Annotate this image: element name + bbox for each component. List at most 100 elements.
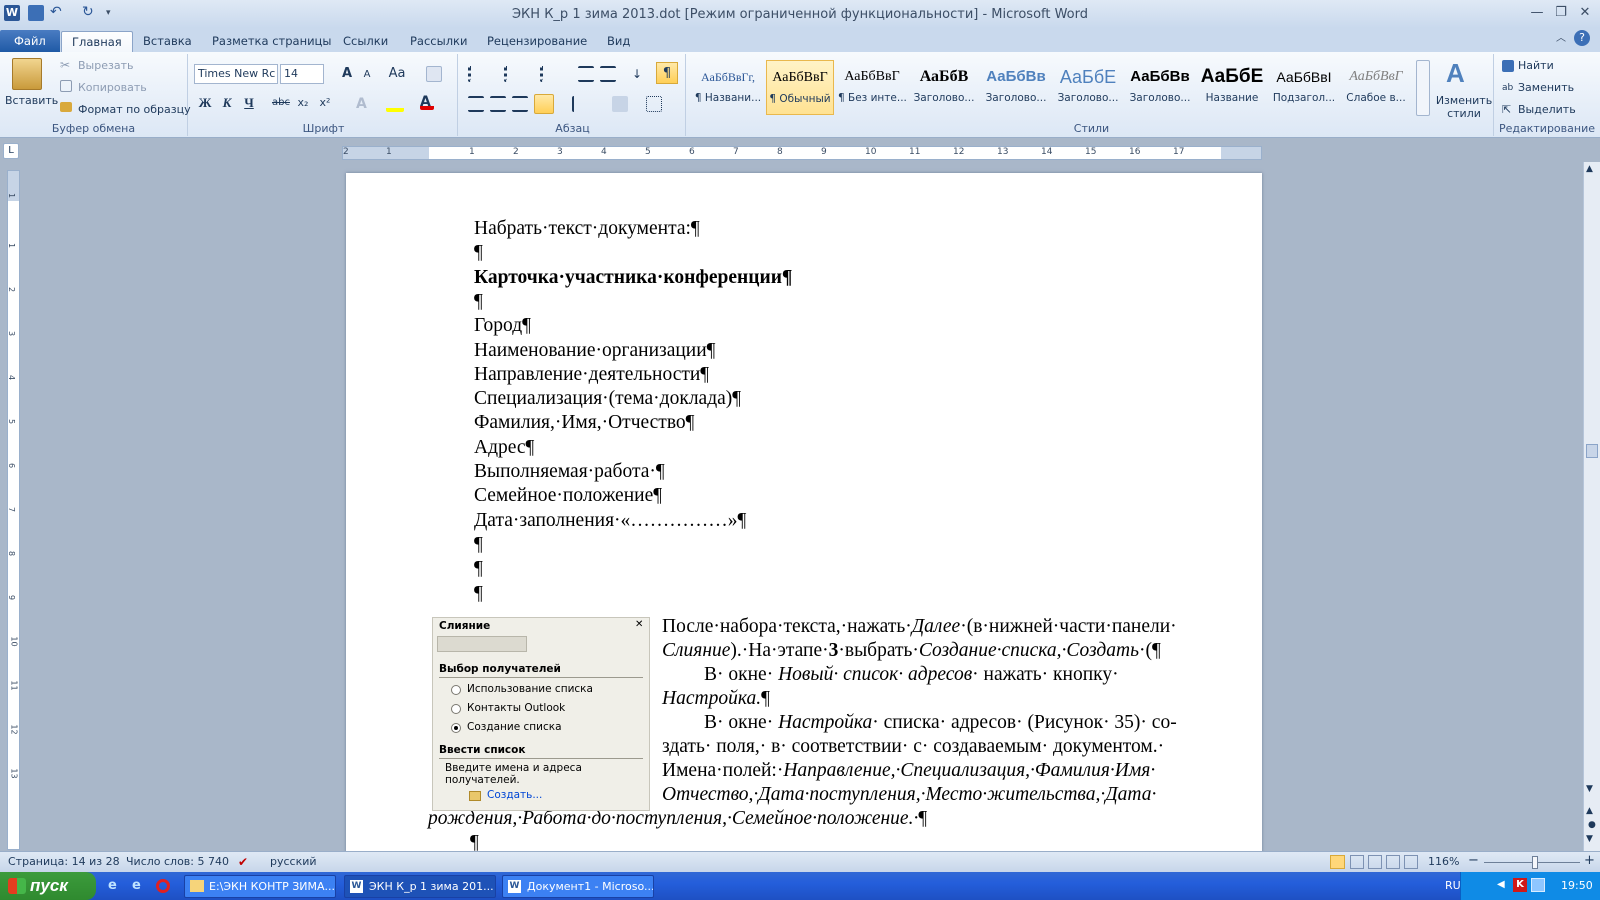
document-line[interactable]: Адрес¶ (474, 436, 534, 460)
style-item[interactable]: АаБбВвГ Слабое в... (1342, 60, 1410, 115)
document-line[interactable]: Фамилия,·Имя,·Отчество¶ (474, 411, 695, 435)
help-icon[interactable]: ? (1574, 30, 1590, 46)
prev-page-icon[interactable]: ▲ (1586, 806, 1593, 816)
document-line[interactable]: ¶ (474, 533, 483, 557)
highlight-icon[interactable] (386, 96, 404, 112)
document-line[interactable]: Карточка·участника·конференции¶ (474, 266, 792, 290)
tab-selector-icon[interactable]: L (3, 143, 19, 159)
decrease-indent-icon[interactable] (578, 66, 594, 82)
style-item[interactable]: АаБбВв Заголово... (982, 60, 1050, 115)
document-line[interactable]: Город¶ (474, 314, 531, 338)
align-right-icon[interactable] (512, 96, 528, 112)
font-color-icon[interactable]: A (420, 94, 434, 110)
styles-scroll-icon[interactable] (1416, 60, 1430, 116)
zoom-out-button[interactable]: − (1468, 853, 1479, 868)
scroll-down-icon[interactable]: ▼ (1586, 784, 1593, 794)
web-layout-icon[interactable] (1368, 855, 1382, 869)
draft-icon[interactable] (1404, 855, 1418, 869)
shading-icon[interactable] (612, 96, 628, 112)
tray-language[interactable]: RU (1445, 879, 1461, 892)
document-line[interactable]: Направление·деятельности¶ (474, 363, 709, 387)
style-item[interactable]: АаБбВ Заголово... (910, 60, 978, 115)
font-size-combo[interactable]: 14 (280, 64, 324, 84)
para-setup-4[interactable]: Отчество,·Дата·поступления,·Место·житель… (662, 783, 1156, 807)
vertical-scrollbar[interactable]: ▲ ▼ ▲ ● ▼ (1583, 162, 1600, 851)
document-line[interactable]: ¶ (474, 557, 483, 581)
style-item[interactable]: АаБбВвІ Подзагол... (1270, 60, 1338, 115)
change-case-button[interactable]: Aa (386, 63, 408, 85)
borders-icon[interactable] (646, 96, 662, 112)
document-line[interactable]: Специализация·(тема·доклада)¶ (474, 387, 741, 411)
full-screen-icon[interactable] (1350, 855, 1364, 869)
scroll-up-icon[interactable]: ▲ (1586, 164, 1593, 174)
document-line[interactable]: ¶ (474, 241, 483, 265)
quicklaunch-ie-icon[interactable]: e (108, 878, 124, 894)
show-formatting-button[interactable]: ¶ (656, 62, 678, 84)
paste-button[interactable]: Вставить (5, 94, 58, 107)
tab-mailings[interactable]: Рассылки (400, 31, 477, 52)
change-styles-button[interactable]: Изменить стили (1434, 94, 1494, 120)
document-line[interactable]: Набрать·текст·документа:¶ (474, 217, 700, 241)
zoom-slider-thumb[interactable] (1532, 856, 1538, 869)
quicklaunch-browser-icon[interactable]: e (132, 878, 148, 894)
para-setup-3[interactable]: Имена·полей:·Направление,·Специализация,… (662, 759, 1155, 783)
horizontal-ruler[interactable]: 2 1 1 2 3 4 5 6 7 8 9 10 11 12 13 14 15 16 17 (342, 146, 1262, 160)
outline-icon[interactable] (1386, 855, 1400, 869)
taskbar-item-explorer[interactable]: E:\ЭКН КОНТР ЗИМА... (184, 875, 336, 898)
para-setup[interactable]: В· окне· Настройка· списка· адресов· (Ри… (704, 711, 1177, 735)
minimize-button[interactable]: — (1526, 4, 1548, 22)
language[interactable]: русский (270, 855, 317, 868)
tab-file[interactable]: Файл (0, 30, 60, 52)
find-button[interactable]: Найти (1518, 59, 1554, 72)
align-left-icon[interactable] (468, 96, 484, 112)
style-item[interactable]: АаБбВвГг, ¶ Названи... (694, 60, 762, 115)
print-layout-icon[interactable] (1330, 855, 1345, 869)
style-item[interactable]: АаБбВв Заголово... (1126, 60, 1194, 115)
style-item[interactable]: АаБбЕ Название (1198, 60, 1266, 115)
taskbar-item-word-doc[interactable]: ЭКН К_р 1 зима 201... (344, 875, 496, 898)
shrink-font-button[interactable]: A (356, 64, 378, 86)
font-name-combo[interactable]: Times New Rc (194, 64, 278, 84)
page-count[interactable]: Страница: 14 из 28 (8, 855, 120, 868)
tray-arrow-icon[interactable]: ◀ (1497, 879, 1505, 890)
tab-review[interactable]: Рецензирование (477, 31, 597, 52)
browse-object-icon[interactable]: ● (1588, 820, 1596, 830)
quicklaunch-opera-icon[interactable] (156, 879, 170, 893)
para-after-typing[interactable]: После·набора·текста,·нажать·Далее·(в·ниж… (662, 615, 1177, 639)
copy-button[interactable]: Копировать (78, 81, 147, 94)
underline-button[interactable]: Ч (238, 92, 260, 114)
text-effects-icon[interactable]: A (356, 96, 372, 112)
style-item-normal[interactable]: АаБбВвГ ¶ Обычный (766, 60, 834, 115)
sort-icon[interactable]: ↓ (632, 66, 648, 82)
increase-indent-icon[interactable] (600, 66, 616, 82)
document-line[interactable]: ¶ (474, 290, 483, 314)
document-line[interactable]: Наименование·организации¶ (474, 339, 716, 363)
tab-view[interactable]: Вид (597, 31, 640, 52)
para-after-typing-2[interactable]: Слияние).·На·этапе·3·выбрать·Создание·сп… (662, 639, 1161, 663)
restore-button[interactable]: ❐ (1550, 4, 1572, 22)
proofing-icon[interactable]: ✔ (238, 855, 252, 869)
zoom-level[interactable]: 116% (1428, 855, 1459, 868)
justify-icon[interactable] (534, 94, 554, 114)
superscript-button[interactable]: x² (314, 92, 336, 114)
align-center-icon[interactable] (490, 96, 506, 112)
zoom-in-button[interactable]: + (1584, 853, 1595, 868)
style-item[interactable]: АаБбВвГ ¶ Без инте... (838, 60, 906, 115)
grow-font-button[interactable]: A (336, 63, 358, 85)
vertical-ruler[interactable]: 1 1 2 3 4 5 6 7 8 9 10 11 12 13 (7, 170, 20, 850)
numbering-icon[interactable] (504, 66, 520, 82)
replace-button[interactable]: Заменить (1518, 81, 1574, 94)
strikethrough-button[interactable]: abc (270, 92, 292, 114)
cut-button[interactable]: Вырезать (78, 59, 133, 72)
document-line[interactable]: Семейное·положение¶ (474, 484, 662, 508)
document-line[interactable]: ¶ (474, 582, 483, 606)
paste-icon[interactable] (12, 58, 42, 90)
close-button[interactable]: ✕ (1574, 4, 1596, 22)
word-count[interactable]: Число слов: 5 740 (126, 855, 229, 868)
clear-formatting-icon[interactable] (426, 66, 442, 82)
line-spacing-icon[interactable] (572, 96, 588, 112)
bold-button[interactable]: Ж (194, 92, 216, 114)
ribbon-minimize-icon[interactable]: ︿ (1550, 30, 1572, 48)
para-new-list-2[interactable]: Настройка.¶ (662, 687, 770, 711)
next-page-icon[interactable]: ▼ (1586, 834, 1593, 844)
